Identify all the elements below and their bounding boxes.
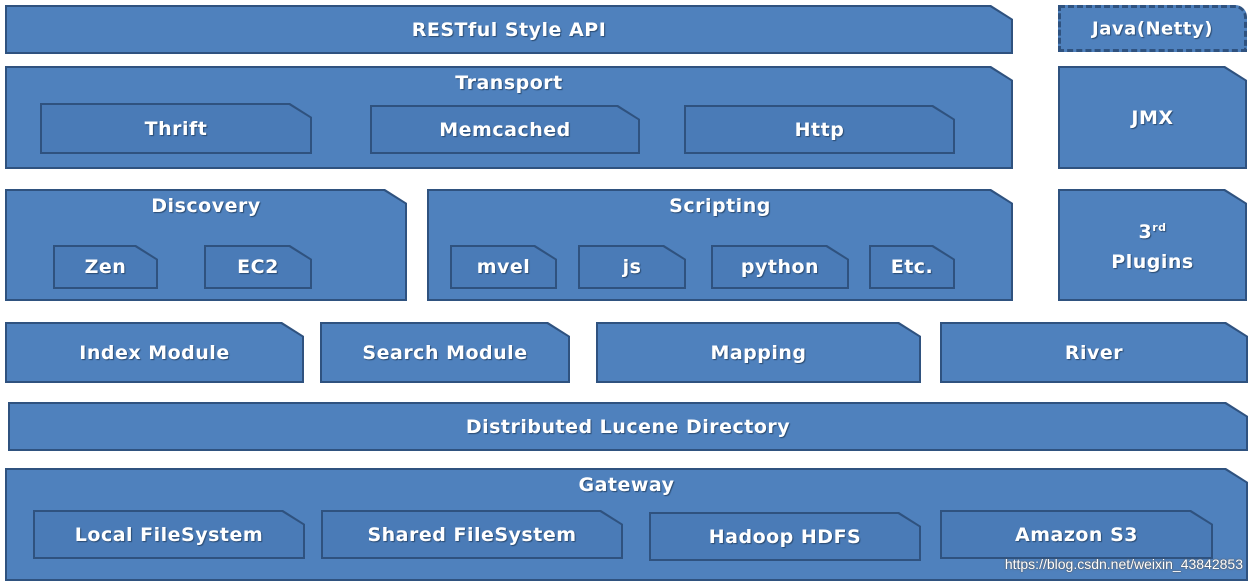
gateway-amazon-s3: Amazon S3 [940, 510, 1213, 559]
gateway-local-filesystem: Local FileSystem [33, 510, 305, 559]
discovery-zen: Zen [53, 245, 158, 289]
scripting-python: python [711, 245, 849, 289]
scripting-mvel: mvel [450, 245, 557, 289]
third-party-plugins-box: 3rd Plugins [1058, 189, 1247, 301]
watermark: https://blog.csdn.net/weixin_43842853 [1004, 556, 1243, 572]
scripting-js: js [578, 245, 686, 289]
gateway-hadoop-hdfs: Hadoop HDFS [649, 512, 921, 561]
distributed-lucene-directory: Distributed Lucene Directory [8, 402, 1248, 451]
jmx-box: JMX [1058, 66, 1247, 169]
gateway-shared-filesystem: Shared FileSystem [321, 510, 623, 559]
mapping-module: Mapping [596, 322, 921, 383]
transport-thrift: Thrift [40, 103, 312, 154]
transport-memcached: Memcached [370, 105, 640, 154]
scripting-etc: Etc. [869, 245, 955, 289]
transport-http: Http [684, 105, 955, 154]
index-module: Index Module [5, 322, 304, 383]
elasticsearch-architecture-diagram: RESTful Style API Java(Netty) Transport … [0, 0, 1253, 584]
river-module: River [940, 322, 1248, 383]
restful-api-layer: RESTful Style API [5, 5, 1013, 54]
discovery-ec2: EC2 [204, 245, 312, 289]
java-netty-box: Java(Netty) [1058, 5, 1247, 52]
search-module: Search Module [320, 322, 570, 383]
